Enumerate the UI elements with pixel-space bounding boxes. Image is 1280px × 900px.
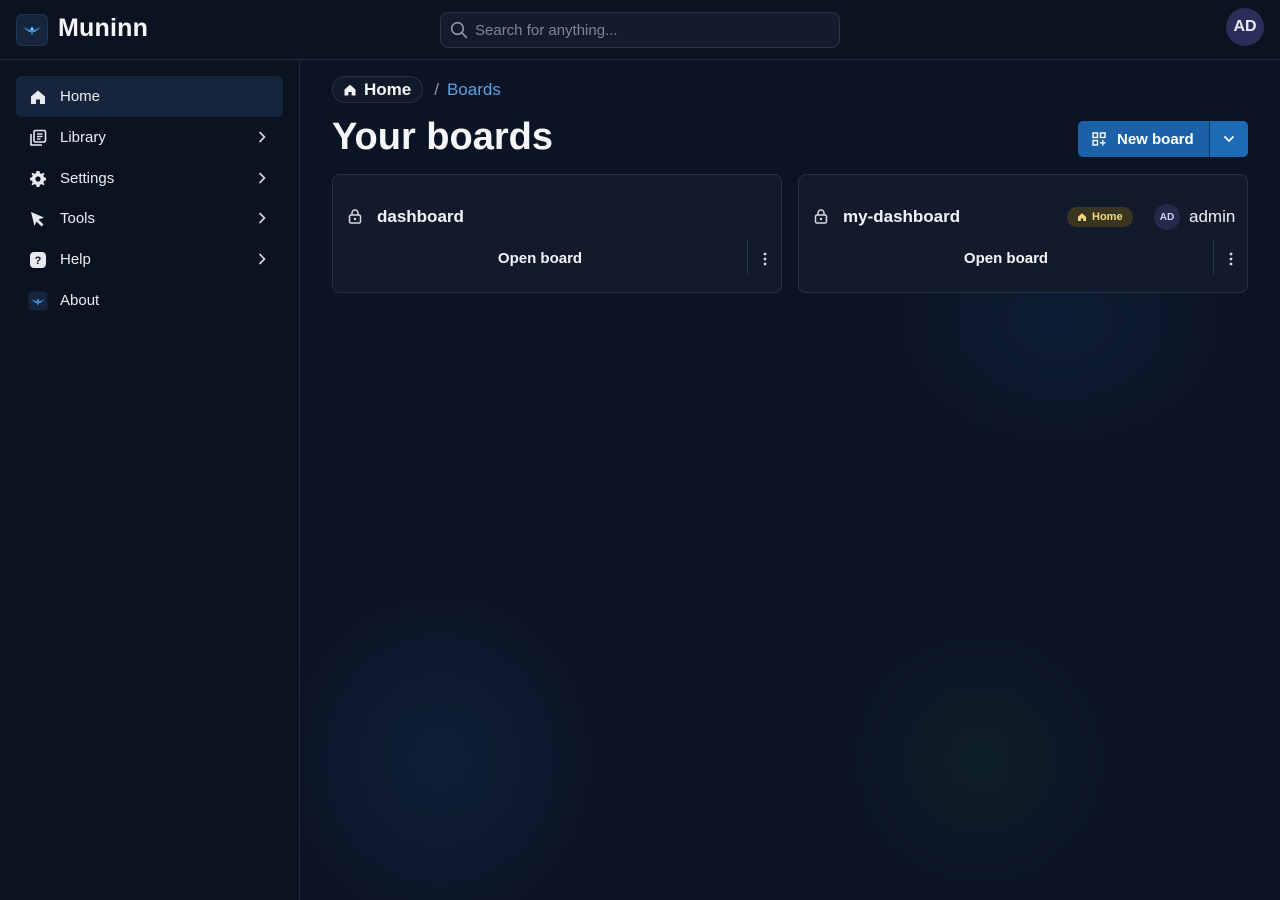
breadcrumb-home-label: Home [364,79,412,99]
board-card: dashboard Open board [332,174,782,293]
new-board-button-group: New board [1078,121,1248,157]
breadcrumb-home[interactable]: Home [332,76,424,103]
chevron-right-icon [259,212,266,224]
chevron-right-icon [259,131,266,143]
badge-label: Home [1092,211,1123,223]
more-vertical-icon [763,252,767,266]
new-board-label: New board [1117,130,1194,148]
sidebar-item-label: Home [60,88,101,105]
breadcrumb: Home / Boards [332,76,501,103]
sidebar-item-label: Help [60,251,91,268]
sidebar-item-tools[interactable]: Tools [16,198,283,239]
lock-icon [348,209,362,224]
board-name[interactable]: dashboard [377,207,464,227]
board-name[interactable]: my-dashboard [843,207,960,227]
chevron-right-icon [259,172,266,184]
sidebar-item-home[interactable]: Home [16,76,283,117]
sidebar: Home Library Settings Tools ? Help About [0,60,300,900]
search-icon [450,21,468,39]
owner-avatar: AD [1154,204,1180,230]
lock-icon [814,209,828,224]
sidebar-item-label: Settings [60,170,115,187]
new-board-button[interactable]: New board [1078,121,1209,157]
sidebar-item-help[interactable]: ? Help [16,239,283,280]
search-box[interactable] [440,12,840,48]
home-icon [28,87,48,107]
library-icon [28,128,48,148]
chevron-down-icon [1224,136,1234,143]
user-avatar[interactable]: AD [1226,8,1264,46]
gear-icon [28,169,48,189]
home-badge: Home [1067,207,1133,227]
divider [1213,240,1214,274]
new-board-dropdown-button[interactable] [1210,121,1248,157]
home-icon [1078,213,1086,221]
top-bar: Muninn AD [0,0,1280,60]
open-board-button[interactable]: Open board [333,240,747,276]
chevron-right-icon [259,253,266,265]
svg-text:?: ? [35,255,42,267]
open-board-button[interactable]: Open board [799,240,1213,276]
more-vertical-icon [1229,252,1233,266]
board-menu-button[interactable] [1219,247,1243,271]
sidebar-item-label: Library [60,129,106,146]
sidebar-item-label: Tools [60,210,96,227]
app-title[interactable]: Muninn [58,14,148,43]
board-menu-button[interactable] [753,247,777,271]
breadcrumb-boards[interactable]: Boards [447,80,501,100]
home-icon [344,84,356,95]
sidebar-item-label: About [60,292,100,309]
search-input[interactable] [475,13,831,47]
divider [747,240,748,274]
sidebar-item-library[interactable]: Library [16,117,283,158]
sidebar-item-settings[interactable]: Settings [16,158,283,199]
breadcrumb-separator: / [434,79,439,99]
app-logo[interactable] [16,14,48,46]
main-content: Home / Boards Your boards New board dash… [300,60,1280,900]
sidebar-item-about[interactable]: About [16,280,283,321]
board-card: my-dashboard Home AD admin Open board [798,174,1248,293]
owner-name: admin [1189,207,1236,226]
board-add-icon [1092,132,1106,146]
pointer-icon [28,209,48,229]
logo-icon [28,291,48,311]
help-icon: ? [28,250,48,270]
raven-logo-icon [23,26,41,36]
page-title: Your boards [332,116,553,158]
